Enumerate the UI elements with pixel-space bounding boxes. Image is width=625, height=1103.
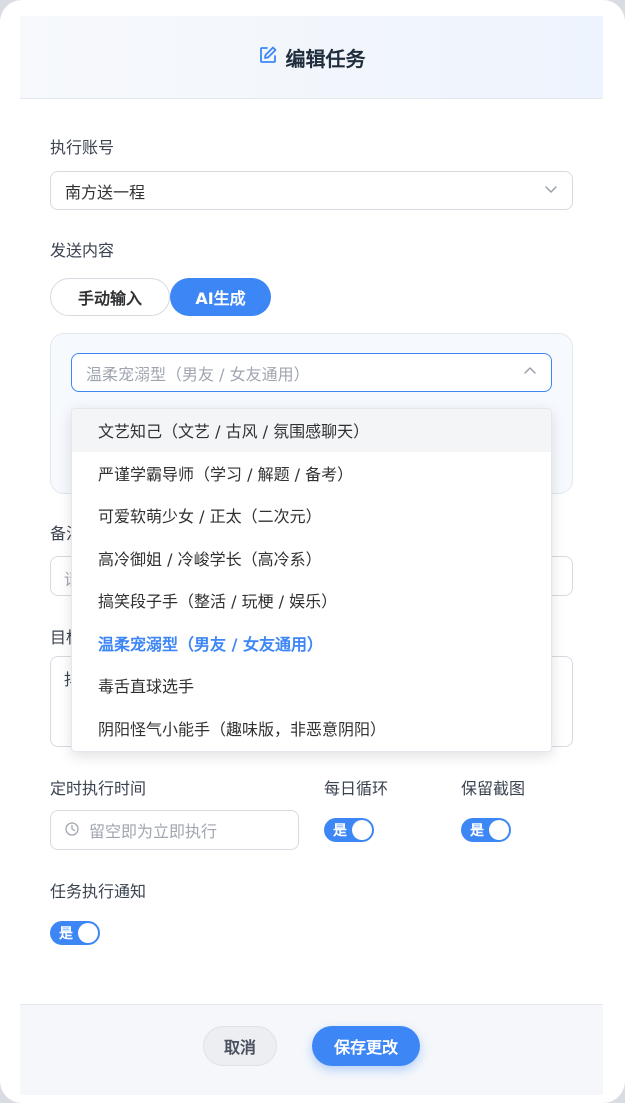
daily-loop-label: 每日循环 — [324, 779, 389, 798]
dropdown-option[interactable]: 文艺知己（文艺 / 古风 / 氛围感聊天） — [72, 409, 551, 452]
schedule-label: 定时执行时间 — [50, 779, 147, 798]
toggle-knob — [489, 820, 509, 840]
clock-icon — [65, 821, 79, 840]
dropdown-option-selected[interactable]: 温柔宠溺型（男友 / 女友通用） — [72, 622, 551, 665]
chevron-up-icon — [523, 363, 537, 382]
toggle-text: 是 — [333, 823, 347, 839]
dropdown-option[interactable]: 毒舌直球选手 — [72, 664, 551, 707]
daily-loop-toggle[interactable]: 是 — [324, 818, 374, 842]
dropdown-option[interactable]: 阴阳怪气小能手（趣味版，非恶意阴阳） — [72, 707, 551, 750]
edit-task-dialog: 编辑任务 执行账号 南方送一程 发送内容 手动输入 AI生成 温柔宠溺型（男友 … — [0, 0, 625, 1103]
keep-screenshot-toggle[interactable]: 是 — [461, 818, 511, 842]
dialog-title: 编辑任务 — [285, 46, 366, 71]
save-changes-button[interactable]: 保存更改 — [312, 1026, 420, 1066]
toggle-text: 是 — [59, 926, 73, 942]
ai-style-dropdown: 文艺知己（文艺 / 古风 / 氛围感聊天） 严谨学霸导师（学习 / 解题 / 备… — [71, 408, 552, 752]
edit-icon — [258, 45, 278, 69]
keep-screenshot-label: 保留截图 — [461, 779, 526, 798]
schedule-time-input[interactable]: 留空即为立即执行 — [50, 810, 299, 850]
tab-ai-generate[interactable]: AI生成 — [170, 278, 271, 316]
dialog-header: 编辑任务 — [20, 16, 603, 99]
toggle-knob — [78, 923, 98, 943]
account-select-value: 南方送一程 — [65, 182, 146, 202]
chevron-down-icon — [544, 181, 558, 200]
dropdown-option[interactable]: 严谨学霸导师（学习 / 解题 / 备考） — [72, 452, 551, 495]
ai-style-select-placeholder: 温柔宠溺型（男友 / 女友通用） — [86, 364, 310, 384]
cancel-button[interactable]: 取消 — [203, 1026, 277, 1066]
dropdown-option[interactable]: 高冷御姐 / 冷峻学长（高冷系） — [72, 537, 551, 580]
notify-toggle[interactable]: 是 — [50, 921, 100, 945]
account-select[interactable]: 南方送一程 — [50, 171, 573, 210]
dropdown-option[interactable]: 搞笑段子手（整活 / 玩梗 / 娱乐） — [72, 579, 551, 622]
dropdown-option[interactable]: 可爱软萌少女 / 正太（二次元） — [72, 494, 551, 537]
ai-style-select[interactable]: 温柔宠溺型（男友 / 女友通用） — [71, 353, 552, 392]
notify-label: 任务执行通知 — [50, 882, 147, 901]
account-label: 执行账号 — [50, 138, 115, 157]
toggle-knob — [352, 820, 372, 840]
schedule-time-placeholder: 留空即为立即执行 — [89, 822, 218, 841]
toggle-text: 是 — [470, 823, 484, 839]
tab-manual-input[interactable]: 手动输入 — [50, 278, 170, 316]
content-label: 发送内容 — [50, 241, 115, 260]
